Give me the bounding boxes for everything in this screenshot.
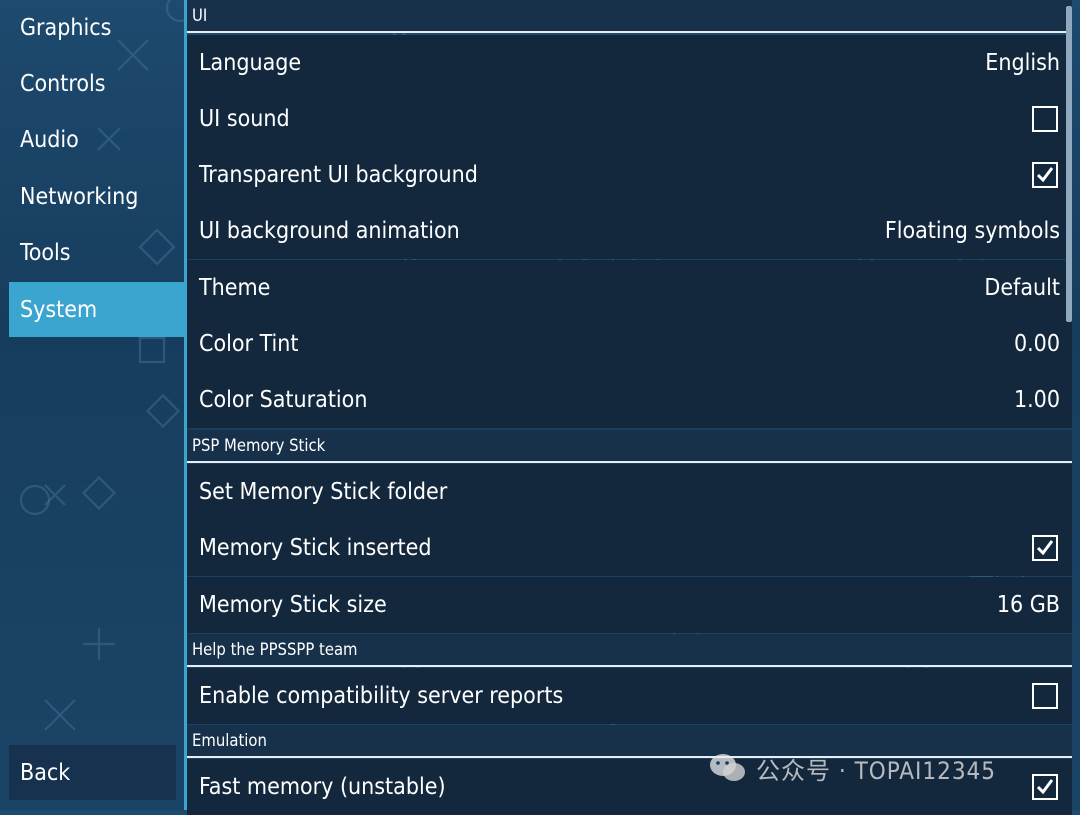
setting-label: Enable compatibility server reports	[199, 683, 564, 709]
setting-memory-stick-inserted[interactable]: Memory Stick inserted	[187, 520, 1072, 576]
transparent-bg-checkbox[interactable]	[1032, 162, 1058, 188]
setting-value: English	[985, 50, 1060, 76]
fast-memory-checkbox[interactable]	[1032, 774, 1058, 800]
setting-color-tint[interactable]: Color Tint 0.00	[187, 316, 1072, 372]
ui-sound-checkbox[interactable]	[1032, 106, 1058, 132]
memory-stick-inserted-checkbox[interactable]	[1032, 535, 1058, 561]
watermark-text: 公众号 · TOPAI12345	[756, 756, 997, 785]
watermark: 公众号 · TOPAI12345	[708, 748, 996, 788]
setting-label: Theme	[199, 275, 271, 301]
setting-label: UI background animation	[199, 218, 460, 244]
setting-ui-sound[interactable]: UI sound	[187, 91, 1072, 147]
setting-compatibility-reports[interactable]: Enable compatibility server reports	[187, 668, 1072, 724]
compat-reports-checkbox[interactable]	[1032, 683, 1058, 709]
setting-label: Transparent UI background	[199, 162, 478, 188]
setting-transparent-ui-background[interactable]: Transparent UI background	[187, 147, 1072, 203]
tab-system[interactable]: System	[9, 282, 185, 337]
setting-label: Fast memory (unstable)	[199, 774, 446, 800]
setting-value: Default	[984, 275, 1060, 301]
setting-label: Set Memory Stick folder	[199, 479, 448, 505]
checkmark-icon	[1036, 540, 1054, 556]
setting-value: 1.00	[1013, 387, 1060, 413]
setting-label: Memory Stick size	[199, 592, 387, 618]
setting-set-memory-stick-folder[interactable]: Set Memory Stick folder	[187, 464, 1072, 520]
section-header-memory-stick: PSP Memory Stick	[187, 430, 1072, 463]
tab-audio[interactable]: Audio	[9, 112, 185, 167]
setting-label: UI sound	[199, 106, 290, 132]
section-header-help: Help the PPSSPP team	[187, 634, 1072, 667]
settings-list: UI Language English UI sound Transparent…	[187, 0, 1072, 815]
setting-label: Memory Stick inserted	[199, 535, 432, 561]
setting-theme[interactable]: Theme Default	[187, 260, 1072, 316]
tab-graphics[interactable]: Graphics	[9, 0, 185, 55]
wechat-icon	[710, 754, 745, 781]
setting-memory-stick-size[interactable]: Memory Stick size 16 GB	[187, 577, 1072, 633]
checkmark-icon	[1036, 167, 1054, 183]
setting-label: Language	[199, 50, 302, 76]
checkmark-icon	[1036, 779, 1054, 795]
section-header-ui: UI	[187, 0, 1072, 33]
settings-sidebar: Graphics Controls Audio Networking Tools…	[0, 0, 186, 810]
setting-label: Color Saturation	[199, 387, 368, 413]
scrollbar[interactable]	[1066, 6, 1072, 322]
tab-networking[interactable]: Networking	[9, 169, 185, 224]
setting-value: 16 GB	[996, 592, 1060, 618]
setting-value: Floating symbols	[884, 218, 1060, 244]
setting-ui-background-animation[interactable]: UI background animation Floating symbols	[187, 203, 1072, 259]
back-button[interactable]: Back	[9, 745, 176, 800]
tab-controls[interactable]: Controls	[9, 56, 185, 111]
setting-value: 0.00	[1013, 331, 1060, 357]
setting-language[interactable]: Language English	[187, 35, 1072, 91]
setting-label: Color Tint	[199, 331, 299, 357]
tab-tools[interactable]: Tools	[9, 225, 185, 280]
setting-color-saturation[interactable]: Color Saturation 1.00	[187, 372, 1072, 428]
